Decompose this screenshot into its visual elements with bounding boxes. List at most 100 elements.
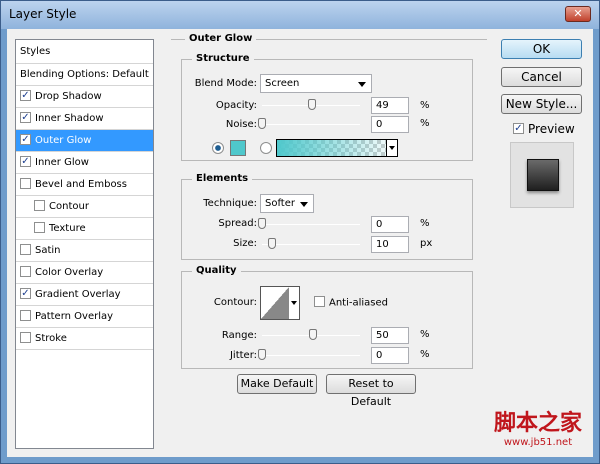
size-unit: px: [420, 238, 433, 249]
style-item-label: Stroke: [35, 333, 67, 344]
style-checkbox[interactable]: [20, 309, 31, 321]
gradient-radio[interactable]: [260, 142, 272, 154]
anti-aliased-label: Anti-aliased: [329, 297, 389, 309]
style-item-outer-glow[interactable]: ✓ Outer Glow: [16, 130, 153, 152]
style-item-stroke[interactable]: Stroke: [16, 328, 153, 350]
opacity-input[interactable]: 49: [371, 97, 409, 114]
spread-label: Spread:: [218, 218, 257, 229]
range-slider-thumb[interactable]: [309, 329, 317, 340]
style-checkbox[interactable]: [34, 221, 45, 233]
style-item-label: Outer Glow: [35, 135, 92, 146]
style-item-label: Satin: [35, 245, 61, 256]
style-item-label: Contour: [49, 201, 89, 212]
size-slider-thumb[interactable]: [268, 238, 276, 249]
quality-group: Quality Contour: Anti-aliased Range: 50 …: [181, 265, 473, 369]
noise-unit: %: [420, 118, 430, 129]
style-checkbox[interactable]: [20, 331, 31, 343]
elements-title: Elements: [192, 173, 253, 184]
spread-slider[interactable]: [262, 224, 360, 225]
style-checkbox[interactable]: ✓: [20, 133, 31, 145]
jitter-slider-thumb[interactable]: [258, 349, 266, 360]
style-item-inner-glow[interactable]: ✓ Inner Glow: [16, 152, 153, 174]
style-item-gradient-overlay[interactable]: ✓ Gradient Overlay: [16, 284, 153, 306]
style-item-label: Inner Glow: [35, 157, 89, 168]
opacity-slider-thumb[interactable]: [308, 99, 316, 110]
technique-select[interactable]: Softer: [260, 194, 314, 213]
style-item-label: Gradient Overlay: [35, 289, 121, 300]
anti-aliased-checkbox[interactable]: Anti-aliased: [314, 296, 389, 309]
blend-mode-select[interactable]: Screen: [260, 74, 372, 93]
contour-picker[interactable]: [260, 286, 300, 320]
style-item-bevel-and-emboss[interactable]: Bevel and Emboss: [16, 174, 153, 196]
style-checkbox[interactable]: [20, 177, 31, 189]
size-slider[interactable]: [262, 244, 360, 245]
contour-dropdown-icon[interactable]: [291, 301, 297, 308]
reset-to-default-button[interactable]: Reset to Default: [326, 374, 416, 408]
style-preview: [510, 142, 574, 208]
outer-glow-panel: Outer Glow Structure Blend Mode: Screen …: [171, 33, 487, 451]
style-item-label: Inner Shadow: [35, 113, 104, 124]
jitter-unit: %: [420, 349, 430, 360]
style-checkbox[interactable]: ✓: [20, 89, 31, 101]
color-radio[interactable]: [212, 142, 224, 154]
outer-glow-title: Outer Glow: [185, 33, 257, 44]
opacity-unit: %: [420, 100, 430, 111]
spread-input[interactable]: 0: [371, 216, 409, 233]
gradient-dropdown-icon[interactable]: [386, 140, 397, 156]
style-item-contour[interactable]: Contour: [16, 196, 153, 218]
blend-mode-label: Blend Mode:: [194, 78, 257, 89]
style-item-color-overlay[interactable]: Color Overlay: [16, 262, 153, 284]
new-style-button[interactable]: New Style...: [501, 94, 582, 114]
size-label: Size:: [233, 238, 257, 249]
range-unit: %: [420, 329, 430, 340]
make-default-button[interactable]: Make Default: [237, 374, 317, 394]
style-item-label: Pattern Overlay: [35, 311, 114, 322]
style-item-inner-shadow[interactable]: ✓ Inner Shadow: [16, 108, 153, 130]
style-checkbox[interactable]: [20, 243, 31, 255]
styles-header[interactable]: Styles: [16, 40, 153, 64]
spread-unit: %: [420, 218, 430, 229]
preview-swatch: [527, 159, 559, 191]
window-title: Layer Style: [9, 7, 77, 21]
ok-button[interactable]: OK: [501, 39, 582, 59]
gradient-picker[interactable]: [276, 139, 398, 157]
structure-group: Structure Blend Mode: Screen Opacity: 49…: [181, 53, 473, 161]
style-checkbox[interactable]: ✓: [20, 111, 31, 123]
spread-slider-thumb[interactable]: [258, 218, 266, 229]
noise-label: Noise:: [225, 119, 257, 130]
layer-style-dialog: Layer Style ✕ Styles Blending Options: D…: [0, 0, 600, 464]
title-bar: Layer Style ✕: [1, 1, 599, 29]
range-input[interactable]: 50: [371, 327, 409, 344]
style-item-label: Texture: [49, 223, 86, 234]
blending-options-item[interactable]: Blending Options: Default: [16, 64, 153, 86]
style-checkbox[interactable]: ✓: [20, 287, 31, 299]
contour-label: Contour:: [213, 297, 257, 308]
cancel-button[interactable]: Cancel: [501, 67, 582, 87]
style-item-pattern-overlay[interactable]: Pattern Overlay: [16, 306, 153, 328]
style-item-label: Color Overlay: [35, 267, 104, 278]
jitter-input[interactable]: 0: [371, 347, 409, 364]
opacity-label: Opacity:: [215, 100, 257, 111]
close-button[interactable]: ✕: [565, 6, 591, 22]
jitter-label: Jitter:: [229, 350, 257, 361]
glow-color-swatch[interactable]: [230, 140, 246, 156]
noise-slider-thumb[interactable]: [258, 118, 266, 129]
style-item-texture[interactable]: Texture: [16, 218, 153, 240]
jitter-slider[interactable]: [262, 355, 360, 356]
technique-label: Technique:: [203, 198, 257, 209]
preview-label: Preview: [528, 122, 575, 136]
style-checkbox[interactable]: ✓: [20, 155, 31, 167]
dialog-body: Styles Blending Options: Default ✓ Drop S…: [7, 29, 593, 457]
elements-group: Elements Technique: Softer Spread: 0 % S…: [181, 173, 473, 260]
preview-checkbox[interactable]: ✓ Preview: [513, 122, 575, 136]
style-checkbox[interactable]: [34, 199, 45, 211]
noise-input[interactable]: 0: [371, 116, 409, 133]
style-item-satin[interactable]: Satin: [16, 240, 153, 262]
style-item-drop-shadow[interactable]: ✓ Drop Shadow: [16, 86, 153, 108]
style-checkbox[interactable]: [20, 265, 31, 277]
watermark: 脚本之家 www.jb51.net: [493, 411, 582, 448]
structure-title: Structure: [192, 53, 254, 64]
style-item-label: Bevel and Emboss: [35, 179, 127, 190]
noise-slider[interactable]: [262, 124, 360, 125]
size-input[interactable]: 10: [371, 236, 409, 253]
